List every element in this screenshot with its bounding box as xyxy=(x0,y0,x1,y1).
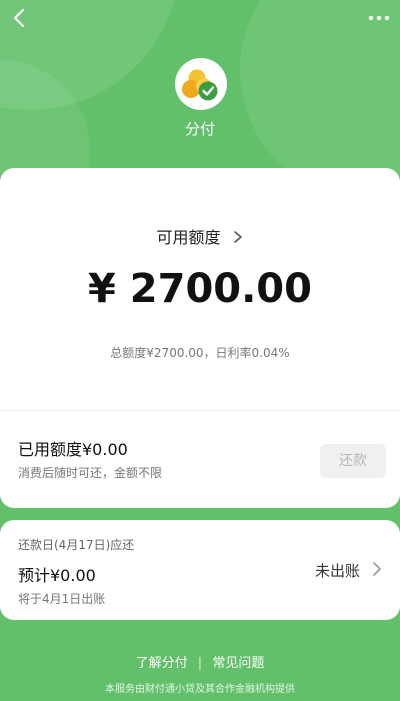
repayment-date: 还款日(4月17日)应还 xyxy=(18,538,135,552)
repay-button[interactable]: 还款 xyxy=(320,444,386,478)
more-button[interactable] xyxy=(364,6,394,30)
bill-status: 未出账 xyxy=(314,562,360,580)
estimated-amount: 预计¥0.00 xyxy=(18,566,96,585)
available-credit-link[interactable]: 可用额度 xyxy=(0,224,400,248)
fenfu-logo xyxy=(175,58,227,110)
available-credit-label: 可用额度 xyxy=(156,228,221,247)
chevron-right-icon xyxy=(233,231,242,243)
used-credit: 已用额度¥0.00 xyxy=(18,440,128,459)
credit-summary: 总额度¥2700.00，日利率0.04% xyxy=(110,346,290,360)
link-separator: | xyxy=(197,656,203,671)
back-button[interactable] xyxy=(8,6,32,30)
footer-note: 本服务由财付通小贷及其合作金融机构提供 xyxy=(105,684,295,695)
more-dots-icon xyxy=(368,15,390,21)
divider xyxy=(0,410,400,411)
bill-date: 将于4月1日出账 xyxy=(18,592,106,606)
chevron-left-icon xyxy=(13,8,25,28)
available-amount: ¥ 2700.00 xyxy=(88,266,312,312)
help-links: 了解分付 | 常见问题 xyxy=(0,652,400,671)
repayment-card[interactable]: 还款日(4月17日)应还 预计¥0.00 将于4月1日出账 未出账 xyxy=(0,520,400,620)
learn-more-link[interactable]: 了解分付 xyxy=(136,656,188,671)
faq-link[interactable]: 常见问题 xyxy=(212,656,264,671)
chevron-right-icon xyxy=(373,562,381,576)
top-bar xyxy=(0,0,400,36)
credit-card: 可用额度 ¥ 2700.00 总额度¥2700.00，日利率0.04% 已用额度… xyxy=(0,168,400,508)
brand-title: 分付 xyxy=(184,120,215,138)
used-credit-note: 消费后随时可还，金额不限 xyxy=(18,466,163,480)
fenfu-logo-icon xyxy=(182,69,218,101)
